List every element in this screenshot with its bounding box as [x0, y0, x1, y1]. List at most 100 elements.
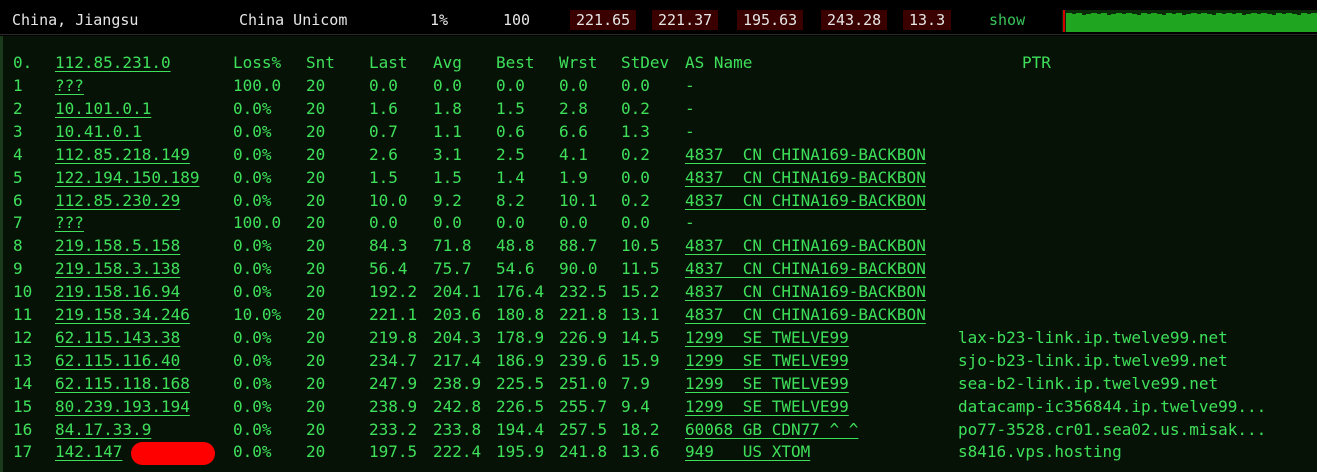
best-value: 1.4: [496, 167, 525, 187]
loss-value: 0.0%: [233, 167, 272, 187]
stdev-value: 1.3: [621, 121, 650, 141]
host-address[interactable]: 219.158.5.158: [55, 235, 180, 257]
loss-value: 0.0%: [233, 373, 272, 393]
worst-value: 90.0: [559, 259, 598, 279]
sent-value: 20: [306, 167, 326, 187]
host-address[interactable]: 219.158.3.138: [55, 258, 180, 280]
hop-number: 4: [13, 144, 23, 164]
sent-value: 20: [306, 144, 326, 164]
avg-value: 204.3: [433, 327, 482, 347]
avg-value: 1.5: [433, 167, 462, 187]
table-header: 0. 112.85.231.0 Loss% Snt Last Avg Best …: [3, 52, 1051, 74]
as-name[interactable]: 1299 SE TWELVE99: [685, 373, 849, 395]
host-address[interactable]: 112.85.230.29: [55, 190, 180, 212]
avg-value: 238.9: [433, 373, 482, 393]
loss-value: 0.0%: [233, 282, 272, 302]
as-name[interactable]: 4837 CN CHINA169-BACKBON: [685, 235, 926, 257]
as-name[interactable]: 4837 CN CHINA169-BACKBON: [685, 167, 926, 189]
last-value: 247.9: [369, 373, 418, 393]
avg-value: 233.8: [433, 419, 482, 439]
as-name[interactable]: 4837 CN CHINA169-BACKBON: [685, 258, 926, 280]
best-value: 1.5: [496, 98, 525, 118]
last-value: 234.7: [369, 350, 418, 370]
best-value: 0.0: [496, 213, 525, 233]
best-value: 194.4: [496, 419, 545, 439]
stdev-value: 0.2: [621, 190, 650, 210]
host-address[interactable]: 80.239.193.194: [55, 396, 190, 418]
as-name[interactable]: 1299 SE TWELVE99: [685, 327, 849, 349]
host-address[interactable]: 219.158.16.94: [55, 281, 180, 303]
worst-value: 0.0: [559, 213, 588, 233]
summary-last: 221.65: [570, 10, 637, 30]
avg-value: 1.1: [433, 121, 462, 141]
hop-number: 1: [13, 76, 23, 95]
summary-sent: 100: [503, 11, 531, 29]
summary-isp: China Unicom: [239, 11, 348, 29]
loss-value: 0.0%: [233, 121, 272, 141]
host-address[interactable]: ???: [55, 75, 84, 97]
divider: [0, 34, 1317, 35]
hop-number: 13: [13, 350, 33, 370]
host-address[interactable]: 62.115.118.168: [55, 373, 190, 395]
host-address[interactable]: ???: [55, 212, 84, 234]
hop-number: 10: [13, 282, 33, 302]
hop-number: 7: [13, 213, 23, 233]
ptr-record: s8416.vps.hosting: [958, 442, 1122, 462]
hop-number: 5: [13, 167, 23, 187]
ptr-record: sjo-b23-link.ip.twelve99.net: [958, 350, 1228, 370]
worst-value: 255.7: [559, 396, 608, 416]
sent-value: 20: [306, 442, 326, 462]
sent-value: 20: [306, 350, 326, 370]
as-name[interactable]: 1299 SE TWELVE99: [685, 350, 849, 372]
host-address[interactable]: 62.115.143.38: [55, 327, 180, 349]
best-value: 195.9: [496, 442, 545, 462]
host-address[interactable]: 219.158.34.246: [55, 304, 190, 326]
as-name[interactable]: 4837 CN CHINA169-BACKBON: [685, 190, 926, 212]
hop-number: 2: [13, 98, 23, 118]
host-address[interactable]: 122.194.150.189: [55, 167, 200, 189]
header-asname: AS Name: [685, 53, 753, 72]
best-value: 48.8: [496, 236, 535, 256]
host-address[interactable]: 84.17.33.9: [55, 419, 151, 441]
last-value: 197.5: [369, 442, 418, 462]
stdev-value: 0.2: [621, 144, 650, 164]
best-value: 180.8: [496, 305, 545, 324]
worst-value: 226.9: [559, 327, 608, 347]
as-name[interactable]: 949 US XTOM: [685, 441, 810, 463]
host-address[interactable]: 10.41.0.1: [55, 121, 142, 143]
header-hop: 0.: [13, 53, 33, 72]
worst-value: 0.0: [559, 76, 588, 95]
host-address[interactable]: 62.115.116.40: [55, 350, 180, 372]
avg-value: 71.8: [433, 236, 472, 256]
sent-value: 20: [306, 327, 326, 347]
host-address[interactable]: 112.85.218.149: [55, 144, 190, 166]
host-address[interactable]: 10.101.0.1: [55, 98, 151, 120]
summary-avg: 221.37: [652, 10, 719, 30]
as-name[interactable]: 4837 CN CHINA169-BACKBON: [685, 304, 926, 326]
sent-value: 20: [306, 396, 326, 416]
best-value: 178.9: [496, 327, 545, 347]
avg-value: 3.1: [433, 144, 462, 164]
sent-value: 20: [306, 98, 326, 118]
as-name[interactable]: 60068 GB CDN77 ^_^: [685, 419, 858, 441]
as-name[interactable]: 1299 SE TWELVE99: [685, 396, 849, 418]
host-address[interactable]: 142.147: [55, 441, 122, 463]
as-name[interactable]: 4837 CN CHINA169-BACKBON: [685, 281, 926, 303]
avg-value: 0.0: [433, 76, 462, 95]
worst-value: 232.5: [559, 282, 608, 302]
last-value: 0.7: [369, 121, 398, 141]
stdev-value: 0.2: [621, 98, 650, 118]
worst-value: 221.8: [559, 305, 608, 324]
header-host[interactable]: 112.85.231.0: [55, 52, 171, 74]
avg-value: 222.4: [433, 442, 482, 462]
sent-value: 20: [306, 305, 326, 324]
hop-number: 9: [13, 259, 23, 279]
as-name[interactable]: 4837 CN CHINA169-BACKBON: [685, 144, 926, 166]
stdev-value: 13.6: [621, 442, 660, 462]
hop-number: 12: [13, 327, 33, 347]
show-link[interactable]: show: [989, 10, 1025, 30]
loss-value: 0.0%: [233, 259, 272, 279]
best-value: 54.6: [496, 259, 535, 279]
ptr-record: lax-b23-link.ip.twelve99.net: [958, 327, 1228, 347]
ptr-record: datacamp-ic356844.ip.twelve99...: [958, 396, 1267, 416]
